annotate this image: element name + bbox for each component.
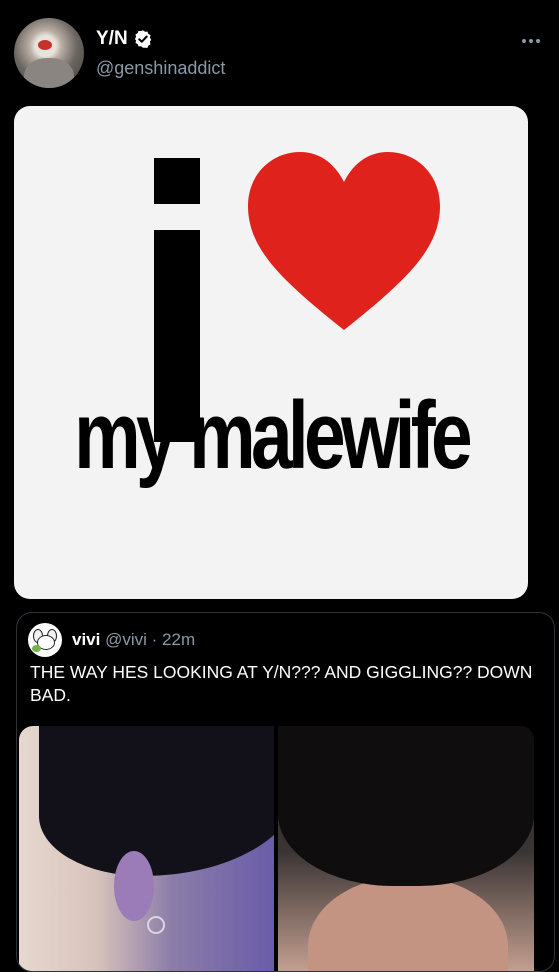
more-dot: [529, 39, 533, 43]
photo-detail: [114, 851, 154, 921]
photo-detail: [39, 726, 274, 876]
quoted-tweet-time: 22m: [162, 630, 196, 649]
heart-icon: [248, 152, 440, 330]
quoted-author-avatar: [28, 623, 62, 657]
more-dot: [522, 39, 526, 43]
quoted-tweet-meta: vivi @vivi · 22m: [72, 629, 195, 651]
photo-detail: [278, 726, 534, 886]
verified-badge-icon: [134, 30, 151, 48]
more-dot: [536, 39, 540, 43]
author-avatar[interactable]: [14, 18, 84, 88]
avatar-detail: [38, 40, 52, 50]
quoted-author-name: vivi: [72, 630, 101, 649]
quoted-author-handle: @vivi: [105, 630, 147, 649]
author-display-name[interactable]: Y/N: [96, 28, 128, 50]
meme-letter-i-dot: [154, 158, 200, 204]
tweet-header: Y/N @genshinaddict: [0, 0, 559, 100]
author-handle[interactable]: @genshinaddict: [96, 58, 225, 79]
quoted-media-photo-1[interactable]: [19, 726, 274, 971]
photo-detail: [147, 916, 165, 934]
quoted-tweet[interactable]: vivi @vivi · 22m THE WAY HES LOOKING AT …: [16, 612, 555, 972]
avatar-detail: [32, 645, 41, 652]
photo-detail: [308, 876, 508, 971]
more-horizontal-icon[interactable]: [515, 30, 547, 52]
avatar-detail-body: [24, 58, 74, 88]
meta-separator: ·: [151, 630, 158, 649]
tweet-media-image[interactable]: my malewife: [14, 106, 528, 599]
quoted-tweet-text: THE WAY HES LOOKING AT Y/N??? AND GIGGLI…: [30, 662, 533, 705]
quoted-media-photo-2[interactable]: [278, 726, 534, 971]
display-name-row[interactable]: Y/N: [96, 27, 153, 51]
meme-caption: my malewife: [74, 382, 473, 489]
